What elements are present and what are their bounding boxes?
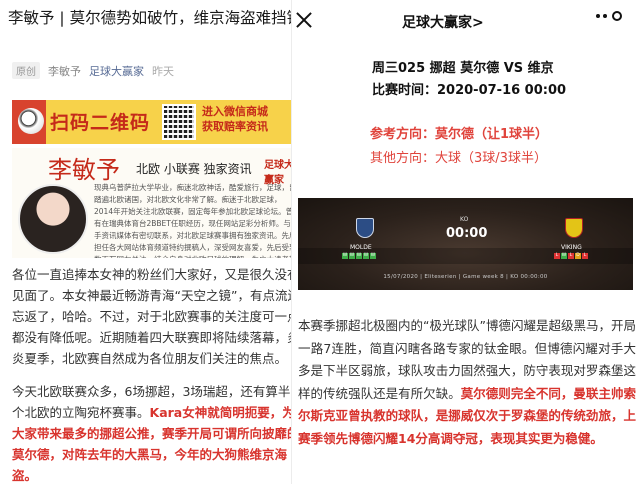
reference-direction: 参考方向：莫尔德（让1球半） — [370, 123, 548, 147]
home-crest-icon — [356, 218, 374, 238]
form-result: W — [363, 253, 369, 259]
form-result: W — [342, 253, 348, 259]
banner-text: 扫码二维码 — [50, 112, 151, 134]
away-team: VIKING — [561, 244, 582, 251]
soccer-ball-icon — [18, 108, 44, 134]
profile-bio: 现典乌普萨拉大学毕业，痴迷北欧神话，酷爱旅行，足球，曾踏遍北欧诸国，对北欧文化非… — [94, 183, 291, 258]
left-article-panel: 李敏予 | 莫尔德势如破竹，维京海盗难挡锋芒 原创 李敏予 足球大赢家 昨天 扫… — [0, 0, 291, 484]
profile-name: 李敏予 — [48, 156, 120, 184]
qr-promo-banner[interactable]: 扫码二维码 进入微信商城 获取赔率资讯 — [12, 100, 291, 144]
profile-tag: 北欧 小联赛 独家资讯 — [136, 162, 252, 176]
article-body: 本赛季挪超北极圈内的“极光球队”博德闪耀是超级黑马，开局一路7连胜，简直闪瞎各路… — [298, 315, 636, 450]
home-team: MOLDE — [350, 244, 372, 251]
away-crest-icon — [565, 218, 583, 238]
right-article-panel: 足球大赢家> 周三025 挪超 莫尔德 VS 维京 比赛时间：2020-07-1… — [291, 0, 641, 484]
original-badge: 原创 — [12, 62, 40, 79]
form-result: W — [356, 253, 362, 259]
banner-cta: 进入微信商城 获取赔率资讯 — [202, 104, 268, 134]
top-nav-bar: 足球大赢家> — [292, 0, 641, 44]
qr-code-overlay — [162, 104, 196, 140]
away-form: L W L D L — [554, 253, 588, 259]
banner-cta-line2: 获取赔率资讯 — [202, 120, 268, 133]
scoreboard-footer: 15/07/2020 | Eliteserien | Game week 8 |… — [383, 274, 548, 280]
author-profile-card: 李敏予 北欧 小联赛 独家资讯 足球大赢家 现典乌普萨拉大学毕业，痴迷北欧神话，… — [12, 148, 291, 258]
form-result: D — [575, 253, 581, 259]
body-paragraph-2: 今天北欧联赛众多，6场挪超，3场瑞超，还有算半个北欧的立陶宛杯赛事。Kara女神… — [12, 381, 291, 484]
match-info: 周三025 挪超 莫尔德 VS 维京 比赛时间：2020-07-16 00:00 — [372, 58, 566, 102]
other-label: 其他方向： — [370, 151, 436, 166]
form-result: L — [554, 253, 560, 259]
form-result: L — [568, 253, 574, 259]
banner-cta-line1: 进入微信商城 — [202, 105, 268, 118]
reference-label: 参考方向： — [370, 127, 436, 142]
other-value: 大球（3球/3球半） — [435, 151, 547, 166]
kickoff-label: KO — [460, 216, 469, 223]
article-body: 各位一直追捧本女神的粉丝们大家好，又是很久没有见面了。本女神最近畅游青海“天空之… — [12, 264, 291, 484]
article-title: 李敏予 | 莫尔德势如破竹，维京海盗难挡锋芒 — [8, 9, 291, 27]
more-dot — [596, 14, 600, 18]
match-time: 比赛时间：2020-07-16 00:00 — [372, 83, 567, 98]
author-name: 李敏予 — [48, 64, 81, 78]
avatar — [18, 184, 88, 254]
form-result: W — [349, 253, 355, 259]
match-title: 周三025 挪超 莫尔德 VS 维京 — [372, 61, 554, 76]
form-result: W — [561, 253, 567, 259]
more-dot — [603, 14, 607, 18]
reference-value: 莫尔德（让1球半） — [435, 127, 549, 142]
other-direction: 其他方向：大球（3球/3球半） — [370, 147, 548, 171]
more-ring — [612, 11, 622, 21]
prediction-block: 参考方向：莫尔德（让1球半） 其他方向：大球（3球/3球半） — [370, 123, 548, 171]
more-options-icon[interactable] — [596, 11, 622, 21]
publish-time: 昨天 — [152, 64, 174, 78]
match-scoreboard-image: KO 00:00 MOLDE VIKING W W W W W L W L D … — [298, 198, 633, 290]
home-form: W W W W W — [342, 253, 376, 259]
score: 00:00 — [446, 226, 488, 241]
form-result: W — [370, 253, 376, 259]
form-result: L — [582, 253, 588, 259]
account-link[interactable]: 足球大赢家 — [89, 63, 144, 79]
body-paragraph: 各位一直追捧本女神的粉丝们大家好，又是很久没有见面了。本女神最近畅游青海“天空之… — [12, 267, 291, 366]
account-title-link[interactable]: 足球大赢家> — [402, 12, 484, 32]
close-icon[interactable] — [294, 10, 314, 30]
article-meta: 原创 李敏予 足球大赢家 昨天 — [12, 62, 174, 79]
